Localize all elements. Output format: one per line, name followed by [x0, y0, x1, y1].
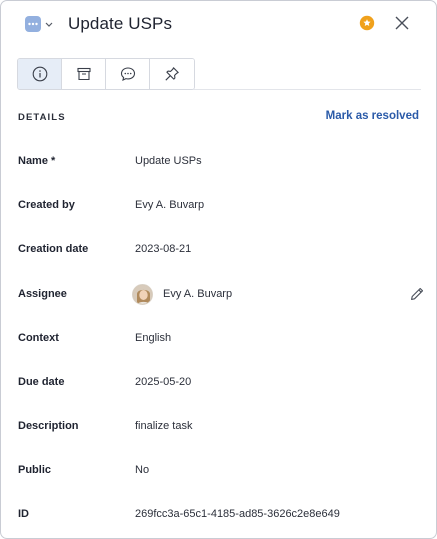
context-value: English	[135, 332, 172, 344]
pin-icon	[165, 67, 179, 81]
assignee-label: Assignee	[18, 288, 67, 300]
detail-row-due-date: Due date 2025-05-20	[1, 372, 436, 392]
detail-row-id: ID 269fcc3a-65c1-4185-ad85-3626c2e8e649	[1, 504, 436, 524]
tab-comments[interactable]	[106, 59, 150, 89]
close-icon	[395, 16, 409, 30]
tabs-divider	[193, 89, 421, 90]
due-date-label: Due date	[18, 376, 65, 388]
public-value[interactable]: No	[135, 464, 149, 476]
public-label: Public	[18, 464, 52, 476]
tab-archive[interactable]	[62, 59, 106, 89]
created-by-label: Created by	[18, 199, 75, 211]
star-icon	[359, 15, 375, 31]
chevron-down-icon	[45, 22, 53, 27]
tab-pin[interactable]	[150, 59, 194, 89]
panel-header: Update USPs	[1, 1, 436, 47]
context-label: Context	[18, 332, 59, 344]
ellipsis-chat-icon	[25, 16, 41, 32]
created-by-value: Evy A. Buvarp	[135, 199, 205, 211]
detail-row-description: Description finalize task	[1, 416, 436, 436]
detail-row-created-by: Created by Evy A. Buvarp	[1, 195, 436, 215]
id-label: ID	[18, 508, 29, 520]
priority-star-button[interactable]	[359, 15, 375, 31]
avatar	[132, 283, 153, 305]
name-label: Name *	[18, 155, 56, 167]
tab-info[interactable]	[18, 59, 62, 89]
id-value: 269fcc3a-65c1-4185-ad85-3626c2e8e649	[135, 508, 340, 520]
chat-bubble-icon	[120, 67, 135, 81]
assignee-value: Evy A. Buvarp	[132, 283, 233, 305]
info-icon	[32, 66, 47, 82]
description-label: Description	[18, 420, 79, 432]
detail-row-context: Context English	[1, 328, 436, 348]
name-value[interactable]: Update USPs	[135, 155, 202, 167]
panel-tabs	[17, 58, 195, 90]
details-section-title: DETAILS	[18, 112, 66, 123]
page-title: Update USPs	[68, 14, 173, 33]
archive-box-icon	[76, 67, 91, 81]
mark-as-resolved-link[interactable]: Mark as resolved	[326, 110, 419, 122]
pencil-icon	[411, 287, 424, 300]
due-date-value[interactable]: 2025-05-20	[135, 376, 191, 388]
detail-row-assignee: Assignee Evy A. Buvarp	[1, 283, 436, 305]
task-type-dropdown[interactable]	[25, 14, 53, 34]
task-detail-panel: Update USPs DETAILS Mark as resolved Nam…	[0, 0, 437, 539]
detail-row-name: Name * Update USPs	[1, 151, 436, 171]
creation-date-label: Creation date	[18, 243, 89, 255]
detail-row-creation-date: Creation date 2023-08-21	[1, 239, 436, 259]
detail-row-public: Public No	[1, 460, 436, 480]
edit-assignee-button[interactable]	[410, 287, 424, 301]
description-value[interactable]: finalize task	[135, 420, 192, 432]
creation-date-value: 2023-08-21	[135, 243, 192, 255]
assignee-name: Evy A. Buvarp	[163, 288, 233, 300]
close-button[interactable]	[395, 16, 409, 30]
